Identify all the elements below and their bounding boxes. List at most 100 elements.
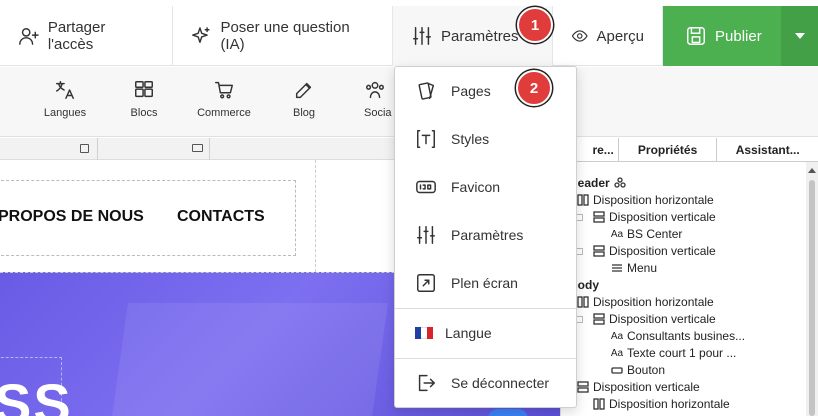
menu-item-label: Plen écran (451, 275, 518, 291)
tab-properties[interactable]: Propriétés (619, 138, 718, 162)
pages-icon (418, 82, 435, 100)
columns-icon (593, 398, 605, 410)
sliders-icon (417, 226, 435, 244)
tree-node-label: Disposition verticale (609, 210, 716, 224)
main-toolbar: Partager l'accès Poser une question (IA)… (0, 6, 818, 66)
translate-icon (56, 81, 74, 99)
menu-item-label: Paramètres (451, 227, 524, 243)
tree-node-label: Disposition horizontale (609, 397, 730, 411)
tree-node-label: Bouton (627, 363, 666, 377)
tree-node-label: Disposition verticale (609, 312, 716, 326)
nav-link-contacts[interactable]: CONTACTS (177, 208, 265, 226)
columns-icon (577, 296, 589, 308)
tree-toggle[interactable] (576, 214, 583, 221)
step-badge-2: 2 (516, 70, 552, 106)
favicon-icon (416, 180, 436, 194)
text-icon: Aa (610, 330, 624, 342)
tree-node-label: Disposition horizontale (593, 193, 714, 207)
menu-item-fullscreen[interactable]: Plen écran (395, 259, 576, 307)
rows-icon (593, 211, 605, 223)
text-icon: Aa (610, 347, 624, 359)
tree-node-label: Disposition horizontale (593, 295, 714, 309)
tree-toggle[interactable] (576, 316, 583, 323)
panel-scrollbar[interactable] (806, 162, 818, 416)
ask-ai-button[interactable]: Poser une question (IA) (173, 6, 393, 66)
blocks-label: Blocs (130, 107, 158, 119)
tree-node-layout[interactable]: Disposition verticale (593, 312, 716, 326)
tree-node-layout[interactable]: Disposition verticale (593, 244, 716, 258)
blocks-icon (135, 81, 153, 98)
columns-icon (577, 194, 589, 206)
user-plus-icon (19, 28, 39, 45)
tree-node-menu[interactable]: Menu (611, 261, 657, 275)
blocks-button[interactable]: Blocs (109, 79, 179, 119)
social-label: Socia (364, 107, 392, 119)
scrollbar-thumb[interactable] (809, 180, 815, 416)
tree-node-layout[interactable]: Disposition horizontale (577, 295, 714, 309)
settings-dropdown-menu: Pages Styles Favicon Paramètres Plen écr… (394, 66, 577, 408)
tree-node-text[interactable]: Aa Consultants busines... (611, 329, 745, 343)
tree-node-label: BS Center (627, 227, 683, 241)
eye-icon (571, 30, 588, 42)
scroll-up-icon[interactable] (808, 168, 816, 173)
tree-node-label: Disposition verticale (593, 380, 700, 394)
ask-ai-label: Poser une question (IA) (220, 19, 350, 53)
cart-icon (215, 81, 233, 99)
menu-item-label: Pages (451, 83, 491, 99)
sliders-icon (413, 27, 431, 45)
tree-node-text[interactable]: Aa BS Center (611, 227, 682, 241)
tree-node-layout[interactable]: Disposition horizontale (593, 397, 730, 411)
tree-toggle[interactable] (576, 248, 583, 255)
publish-button[interactable]: Publier (663, 6, 781, 66)
preview-button[interactable]: Aperçu (553, 6, 663, 66)
tree-node-text[interactable]: Aa Texte court 1 pour ... (610, 346, 737, 360)
menu-item-styles[interactable]: Styles (395, 115, 576, 163)
languages-button[interactable]: Langues (30, 79, 100, 119)
french-flag-icon (415, 327, 433, 339)
rows-icon (593, 245, 605, 257)
languages-label: Langues (43, 107, 87, 119)
menu-item-label: Se déconnecter (451, 375, 550, 391)
rows-icon (577, 381, 589, 393)
share-access-label: Partager l'accès (47, 19, 106, 53)
fullscreen-icon (417, 274, 435, 292)
button-icon (611, 364, 623, 376)
step-badge-1: 1 (517, 7, 553, 43)
menu-icon (611, 262, 623, 274)
layout-guide (315, 160, 316, 272)
styles-icon (417, 130, 435, 148)
tree-node-layout[interactable]: Disposition verticale (593, 210, 716, 224)
menu-item-favicon[interactable]: Favicon (395, 163, 576, 211)
people-icon (366, 81, 384, 99)
share-access-button[interactable]: Partager l'accès (0, 6, 173, 66)
blog-button[interactable]: Blog (269, 79, 339, 119)
hero-title[interactable]: SS (0, 371, 73, 416)
component-icon (614, 177, 626, 189)
menu-item-logout[interactable]: Se déconnecter (395, 359, 576, 407)
publish-options-dropdown[interactable] (781, 6, 818, 66)
menu-item-language[interactable]: Langue (395, 309, 576, 357)
hero-button-shape (488, 409, 528, 416)
tree-node-layout[interactable]: Disposition horizontale (577, 193, 714, 207)
tree-node-button[interactable]: Bouton (611, 363, 665, 377)
text-icon: Aa (610, 228, 624, 240)
pencil-icon (295, 82, 312, 99)
menu-item-label: Langue (445, 325, 492, 341)
tree-node-header[interactable]: Header (569, 176, 626, 190)
menu-item-label: Favicon (451, 179, 501, 195)
desktop-device-icon[interactable] (192, 144, 203, 152)
tree-node-label: Menu (627, 261, 658, 275)
hero-panel-shape (111, 303, 389, 416)
tab-assistant[interactable]: Assistant... (717, 138, 818, 162)
publish-label: Publier (715, 27, 762, 45)
menu-item-settings[interactable]: Paramètres (395, 211, 576, 259)
nav-link-about[interactable]: PROPOS DE NOUS (0, 208, 144, 226)
commerce-button[interactable]: Commerce (189, 79, 259, 119)
tree-node-label: Disposition verticale (609, 244, 716, 258)
tree-node-layout[interactable]: Disposition verticale (577, 380, 700, 394)
mobile-device-icon[interactable] (80, 144, 89, 153)
menu-item-label: Styles (451, 131, 490, 147)
sparkle-icon (192, 27, 210, 43)
save-icon (687, 27, 705, 45)
settings-menu-label: Paramètres (441, 27, 519, 45)
